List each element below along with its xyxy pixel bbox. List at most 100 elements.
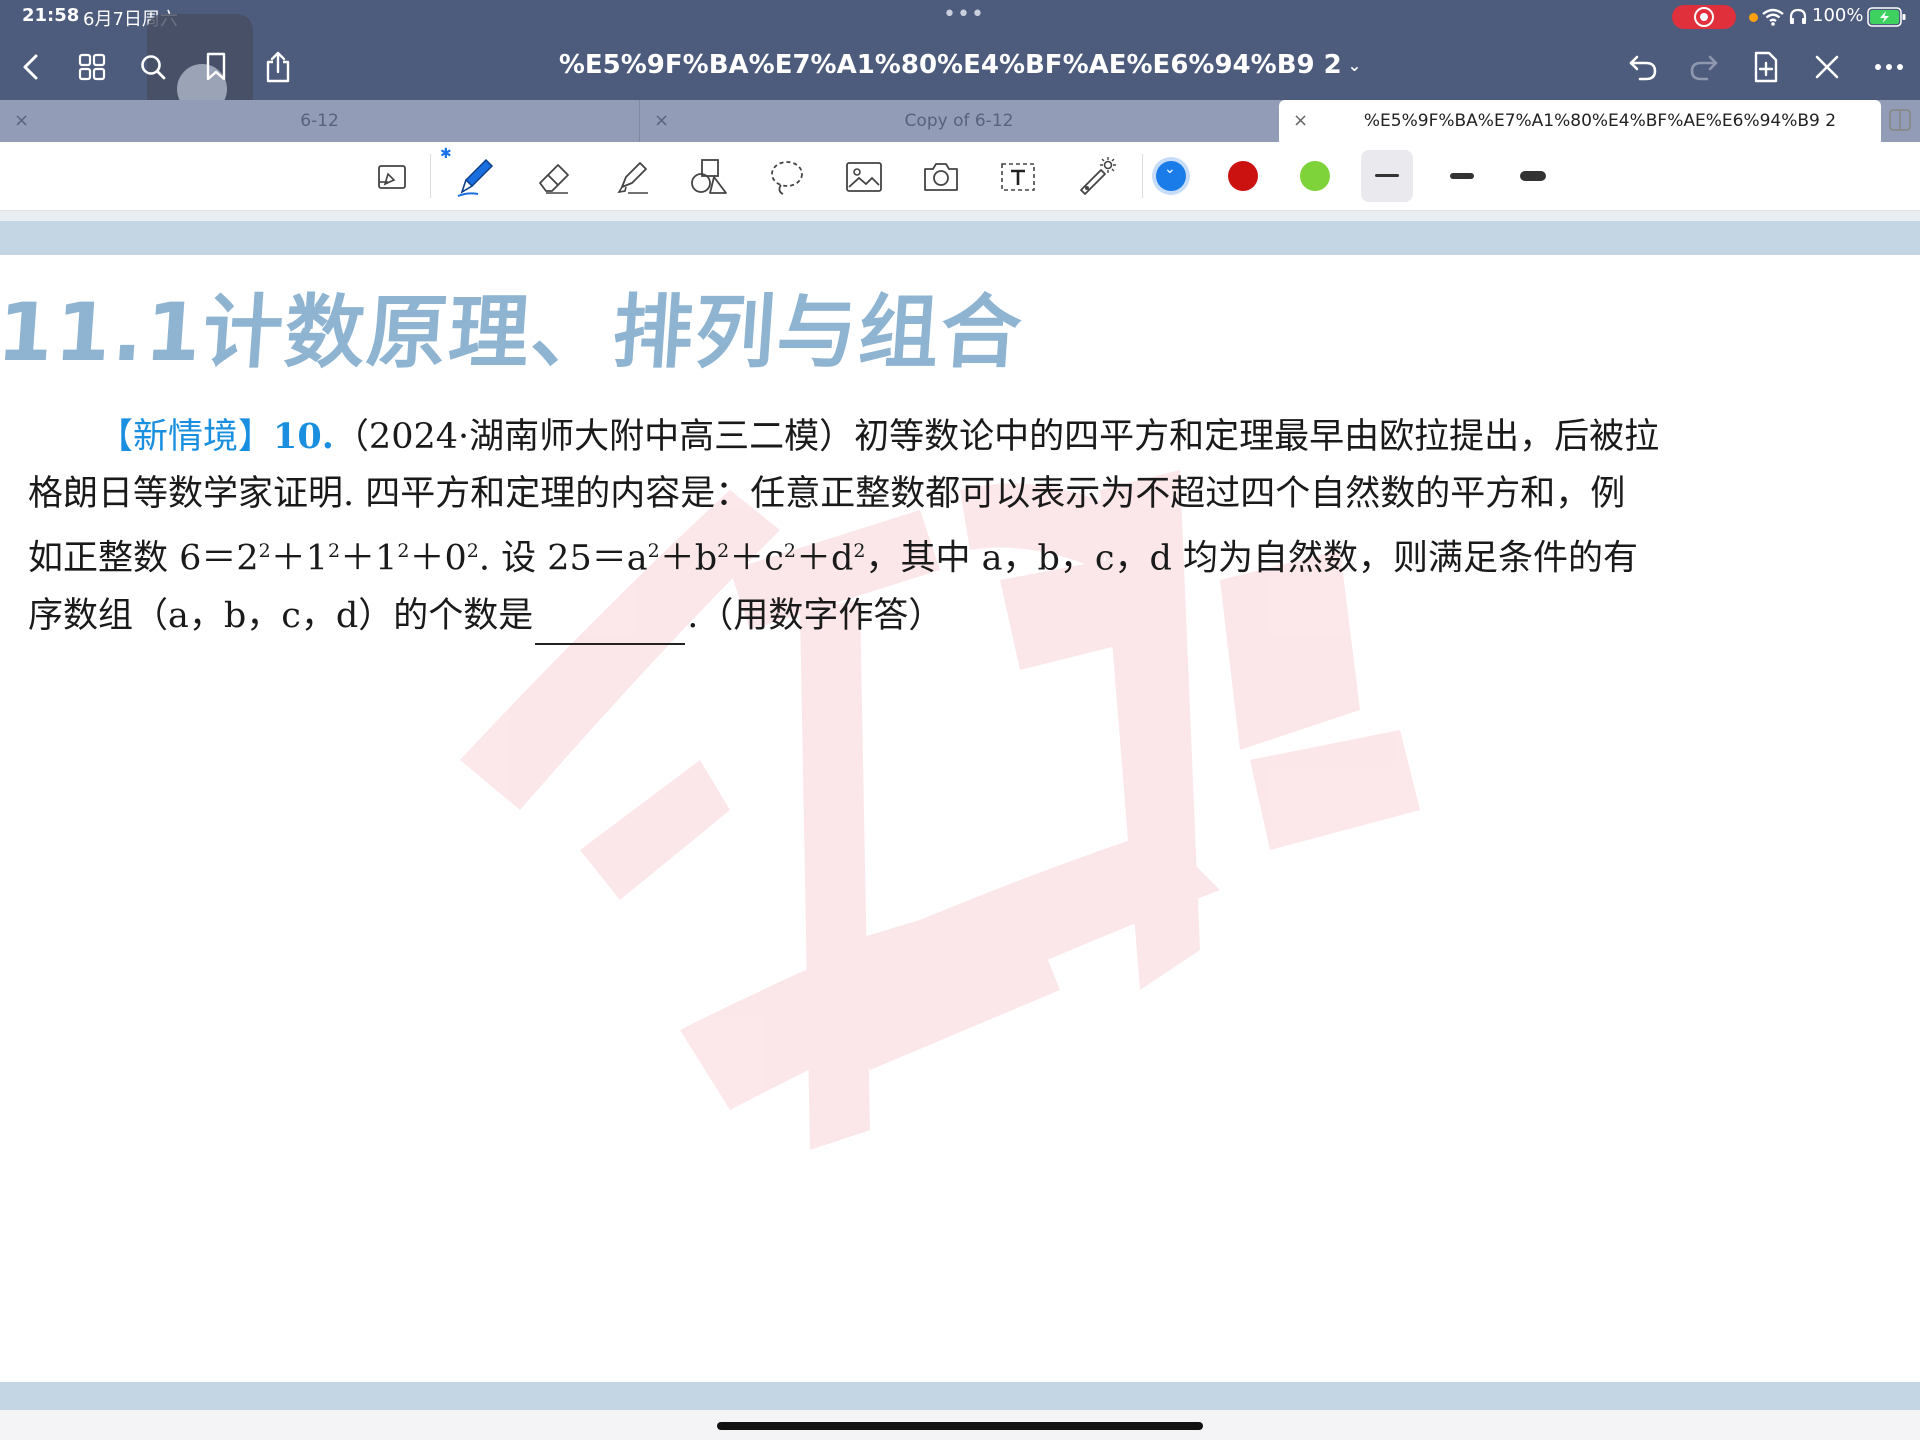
- exponent: 2: [783, 540, 796, 562]
- navigation-bar: %E5%9F%BA%E7%A1%80%E4%BF%AE%E6%94%B9 2 ⌄: [0, 14, 1920, 120]
- lasso-icon: [771, 161, 803, 195]
- camera-tool[interactable]: [918, 154, 964, 200]
- stroke-medium-option[interactable]: [1437, 150, 1489, 202]
- problem-line-2: 格朗日等数学家证明. 四平方和定理的内容是：任意正整数都可以表示为不超过四个自然…: [28, 474, 1626, 514]
- grid-icon: [78, 53, 106, 81]
- section-heading: 11.1计数原理、排列与组合: [0, 286, 1027, 379]
- pen-close-icon: [1815, 55, 1839, 79]
- color-swatch-red[interactable]: [1228, 161, 1258, 191]
- text-segment: 序数组（a，b，c，d）的个数是: [28, 595, 534, 636]
- image-icon: [846, 162, 882, 192]
- grid-view-button[interactable]: [73, 48, 111, 86]
- share-button[interactable]: [259, 48, 297, 86]
- text-segment: 如正整数 6＝2: [28, 538, 259, 579]
- split-view-icon[interactable]: [1888, 108, 1912, 132]
- problem-text: 【新情境】10.（2024·湖南师大附中高三二模）初等数论中的四平方和定理最早由…: [28, 408, 1758, 645]
- problem-line-1: 【新情境】10.（2024·湖南师大附中高三二模）初等数论中的四平方和定理最早由…: [28, 408, 1758, 466]
- exponent: 2: [397, 540, 410, 562]
- page-top-band: [0, 211, 1920, 255]
- tab-close-icon[interactable]: ×: [1293, 110, 1308, 131]
- status-bar: 21:58 6月7日周六 ••• 100%: [0, 0, 1920, 34]
- exponent: 2: [328, 540, 341, 562]
- battery-charging-icon: [1867, 7, 1906, 27]
- problem-line-4: 序数组（a，b，c，d）的个数是 .（用数字作答）: [28, 588, 1758, 645]
- camera-icon: [924, 163, 958, 191]
- read-only-mode-button[interactable]: [370, 154, 416, 200]
- microphone-indicator-icon: [1749, 13, 1758, 22]
- search-icon: [141, 55, 166, 80]
- add-page-button[interactable]: [1747, 48, 1785, 86]
- text-segment: ＋d: [795, 538, 854, 579]
- problem-number: 10.: [273, 416, 334, 457]
- tab-label: Copy of 6-12: [904, 111, 1014, 131]
- stroke-thick-icon: [1520, 171, 1546, 181]
- redo-button[interactable]: [1685, 48, 1723, 86]
- highlighter-tool[interactable]: [609, 154, 655, 200]
- text-segment: ，其中 a，b，c，d 均为自然数，则满足条件的有: [865, 538, 1638, 579]
- chevron-down-icon: ⌄: [1347, 56, 1362, 75]
- shapes-tool[interactable]: [686, 154, 732, 200]
- document-title-text: %E5%9F%BA%E7%A1%80%E4%BF%AE%E6%94%B9 2: [558, 50, 1342, 80]
- shapes-icon: [691, 159, 727, 194]
- tab-bar: × 6-12 × Copy of 6-12 × %E5%9F%BA%E7%A1%…: [0, 100, 1920, 142]
- tab-label: %E5%9F%BA%E7%A1%80%E4%BF%AE%E6%94%B9 2: [1363, 111, 1837, 131]
- bookmark-icon: [206, 52, 226, 81]
- stroke-thin-icon: [1375, 174, 1399, 177]
- add-page-icon: [1754, 51, 1778, 83]
- exponent: 2: [717, 540, 730, 562]
- laser-pointer-icon: [1080, 157, 1116, 195]
- answer-blank[interactable]: [535, 603, 686, 645]
- eraser-tool[interactable]: [531, 154, 577, 200]
- exponent: 2: [466, 540, 479, 562]
- eraser-icon: [539, 164, 569, 194]
- close-edit-button[interactable]: [1808, 48, 1846, 86]
- back-button[interactable]: [12, 48, 50, 86]
- pen-tool[interactable]: [452, 154, 498, 200]
- stroke-medium-icon: [1450, 173, 1474, 179]
- problem-line-3: 如正整数 6＝22＋12＋12＋02. 设 25＝a2＋b2＋c2＋d2，其中 …: [28, 523, 1758, 588]
- bluetooth-icon: ✱: [440, 146, 452, 162]
- undo-button[interactable]: [1624, 48, 1662, 86]
- text-segment: ＋c: [729, 538, 784, 579]
- bookmark-button[interactable]: [197, 48, 235, 86]
- read-only-icon: [378, 165, 406, 189]
- text-segment: ＋1: [340, 538, 398, 579]
- problem-line-1-text: （2024·湖南师大附中高三二模）初等数论中的四平方和定理最早由欧拉提出，后被拉: [333, 417, 1660, 457]
- text-segment: . 设 25＝a: [478, 538, 648, 579]
- battery-percent: 100%: [1812, 5, 1864, 26]
- image-tool[interactable]: [841, 154, 887, 200]
- search-button[interactable]: [134, 48, 172, 86]
- text-box-icon: [1001, 163, 1035, 191]
- text-box-tool[interactable]: [995, 154, 1041, 200]
- stroke-thick-option[interactable]: [1508, 150, 1560, 202]
- text-segment: ＋b: [659, 538, 718, 579]
- document-title[interactable]: %E5%9F%BA%E7%A1%80%E4%BF%AE%E6%94%B9 2 ⌄: [540, 50, 1380, 80]
- text-segment: ＋0: [409, 538, 467, 579]
- laser-pointer-tool[interactable]: [1073, 154, 1119, 200]
- exponent: 2: [647, 540, 660, 562]
- redo-icon: [1690, 55, 1718, 81]
- toolbar-divider: [430, 154, 431, 198]
- drawing-toolbar: ✱: [0, 142, 1920, 211]
- tab-6-12[interactable]: × 6-12: [0, 100, 640, 142]
- wifi-icon: [1762, 8, 1784, 26]
- tab-label: 6-12: [300, 111, 339, 131]
- tab-active-document[interactable]: × %E5%9F%BA%E7%A1%80%E4%BF%AE%E6%94%B9 2: [1279, 100, 1881, 142]
- more-icon: [1875, 64, 1903, 70]
- home-indicator[interactable]: [717, 1422, 1203, 1430]
- exponent: 2: [853, 540, 866, 562]
- multitasking-dots-icon[interactable]: •••: [943, 2, 985, 27]
- stroke-thin-option[interactable]: [1361, 150, 1413, 202]
- lasso-tool[interactable]: [764, 154, 810, 200]
- text-segment: ＋1: [270, 538, 329, 579]
- color-swatch-green[interactable]: [1300, 161, 1330, 191]
- text-segment: .（用数字作答）: [687, 595, 944, 636]
- chevron-left-icon: [23, 54, 38, 80]
- exponent: 2: [258, 540, 271, 562]
- screen-recording-indicator-icon[interactable]: [1672, 5, 1736, 29]
- tab-copy-of-6-12[interactable]: × Copy of 6-12: [640, 100, 1278, 142]
- more-options-button[interactable]: [1870, 48, 1908, 86]
- page-bottom-band: [0, 1382, 1920, 1410]
- color-swatch-blue[interactable]: [1156, 161, 1186, 191]
- problem-tag: 【新情境】: [98, 417, 274, 457]
